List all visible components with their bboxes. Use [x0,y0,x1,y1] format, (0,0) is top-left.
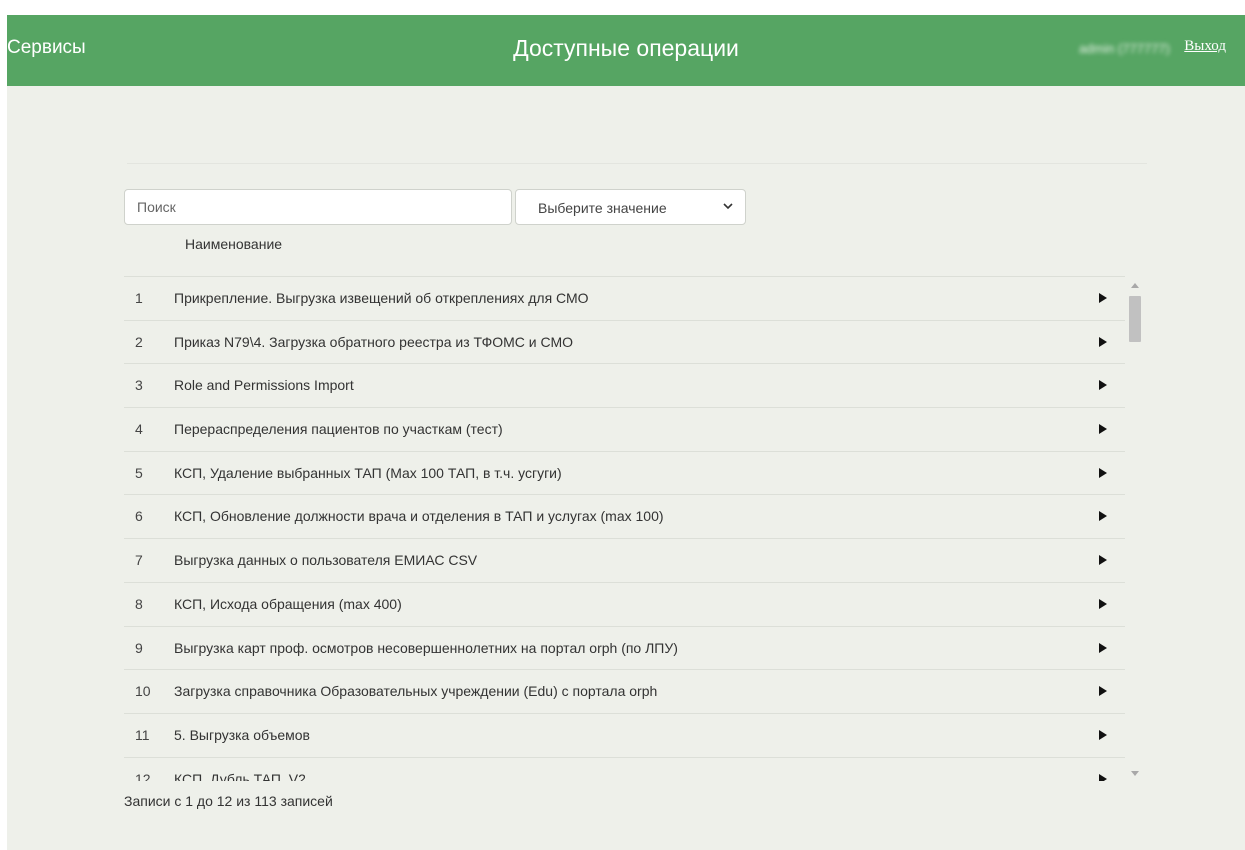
row-name: 5. Выгрузка объемов [174,726,310,743]
play-arrow-icon[interactable] [1099,686,1107,697]
play-arrow-icon[interactable] [1099,380,1107,391]
row-number: 6 [135,508,143,525]
play-arrow-icon[interactable] [1099,511,1107,522]
row-name: КСП, Дубль ТАП, V2 [174,770,306,781]
table-row[interactable]: 8 КСП, Исхода обращения (max 400) [124,583,1125,627]
row-number: 8 [135,595,143,612]
operations-table: 1 Прикрепление. Выгрузка извещений об от… [124,276,1125,781]
play-arrow-icon[interactable] [1099,729,1107,740]
row-name: Выгрузка данных о пользователя ЕМИАС CSV [174,552,478,569]
play-arrow-icon[interactable] [1099,467,1107,478]
play-arrow-icon[interactable] [1099,336,1107,347]
table-row[interactable]: 7 Выгрузка данных о пользователя ЕМИАС C… [124,539,1125,583]
table-row[interactable]: 10 Загрузка справочника Образовательных … [124,670,1125,714]
divider [127,163,1147,164]
row-name: Выгрузка карт проф. осмотров несовершенн… [174,639,678,656]
scrollbar-thumb[interactable] [1129,296,1141,342]
records-info: Записи с 1 до 12 из 113 записей [124,793,333,809]
table-row[interactable]: 12 КСП, Дубль ТАП, V2 [124,758,1125,781]
row-number: 7 [135,552,143,569]
row-number: 12 [135,770,151,781]
logout-link[interactable]: Выход [1184,38,1226,55]
row-name: Role and Permissions Import [174,377,354,394]
play-arrow-icon[interactable] [1099,555,1107,566]
table-row[interactable]: 4 Перераспределения пациентов по участка… [124,408,1125,452]
play-arrow-icon[interactable] [1099,598,1107,609]
page-title: Доступные операции [513,35,739,61]
table-row[interactable]: 11 5. Выгрузка объемов [124,714,1125,758]
row-number: 11 [135,726,150,743]
select-value: Выберите значение [538,200,667,216]
row-name: КСП, Исхода обращения (max 400) [174,595,402,612]
row-name: КСП, Удаление выбранных ТАП (Max 100 ТАП… [174,464,562,481]
column-header-name[interactable]: Наименование [185,236,282,252]
row-number: 1 [135,290,143,306]
row-number: 10 [135,683,151,700]
row-number: 9 [135,639,143,656]
table-row[interactable]: 9 Выгрузка карт проф. осмотров несоверше… [124,627,1125,671]
user-name: admin (777777) [1078,41,1170,56]
play-arrow-icon[interactable] [1099,293,1107,303]
play-arrow-icon[interactable] [1099,773,1107,781]
play-arrow-icon[interactable] [1099,424,1107,435]
row-name: Загрузка справочника Образовательных учр… [174,683,658,700]
table-row[interactable]: 5 КСП, Удаление выбранных ТАП (Max 100 Т… [124,452,1125,496]
page-frame: Сервисы Доступные операции admin (777777… [7,15,1245,850]
table-row[interactable]: 6 КСП, Обновление должности врача и отде… [124,495,1125,540]
row-number: 4 [135,421,143,438]
search-input[interactable] [124,189,512,225]
table-row[interactable]: 2 Приказ N79\4. Загрузка обратного реест… [124,321,1125,365]
table-row[interactable]: 3 Role and Permissions Import [124,364,1125,409]
row-name: Прикрепление. Выгрузка извещений об откр… [174,290,589,306]
scroll-down-icon[interactable] [1131,771,1139,776]
chevron-down-icon [723,203,733,210]
row-number: 3 [135,377,143,394]
scroll-up-icon[interactable] [1131,283,1139,288]
value-select[interactable]: Выберите значение [515,189,746,225]
row-name: Перераспределения пациентов по участкам … [174,421,503,438]
row-name: Приказ N79\4. Загрузка обратного реестра… [174,333,574,350]
play-arrow-icon[interactable] [1099,642,1107,653]
header-bar: Сервисы Доступные операции admin (777777… [7,15,1245,86]
table-scrollbar[interactable] [1127,278,1144,778]
row-number: 2 [135,333,143,350]
row-name: КСП, Обновление должности врача и отделе… [174,508,664,525]
table-row[interactable]: 1 Прикрепление. Выгрузка извещений об от… [124,277,1125,321]
row-number: 5 [135,464,143,481]
